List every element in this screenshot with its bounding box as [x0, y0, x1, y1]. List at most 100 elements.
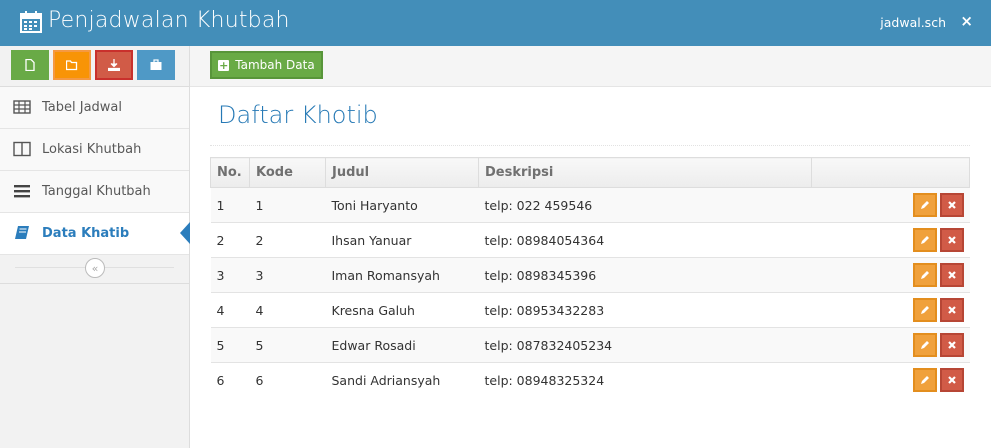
plus-icon: + [218, 58, 230, 72]
table-row: 1 1 Toni Haryanto telp: 022 459546 [210, 187, 970, 223]
pencil-icon [920, 376, 929, 384]
table-cell: telp: 0898345396 [478, 257, 812, 293]
collapse-sidebar-button[interactable]: « [85, 258, 105, 278]
edit-button[interactable] [912, 298, 937, 322]
table-row: 3 3 Iman Romansyah telp: 0898345396 [210, 257, 970, 293]
file-icon [25, 59, 35, 71]
row-actions [811, 327, 970, 363]
sidebar-item-label: Tabel Jadwal [42, 100, 123, 115]
sidebar-item-data-khatib[interactable]: Data Khatib [0, 213, 190, 255]
close-icon [947, 341, 956, 349]
table-icon [13, 100, 31, 114]
table-cell: 3 [210, 257, 250, 293]
table-cell: telp: 08948325324 [478, 362, 812, 397]
column-header[interactable]: Judul [325, 157, 479, 188]
table-cell: Ihsan Yanuar [325, 222, 479, 258]
table-cell: 3 [249, 257, 326, 293]
pencil-icon [920, 306, 929, 314]
table-row: 2 2 Ihsan Yanuar telp: 08984054364 [210, 222, 970, 258]
column-header[interactable]: Kode [249, 157, 326, 188]
table-cell: Toni Haryanto [325, 187, 479, 223]
user-name[interactable]: jadwal.sch [880, 15, 946, 30]
delete-button[interactable] [939, 368, 964, 392]
shortcut-bar [0, 46, 189, 87]
table-row: 4 4 Kresna Galuh telp: 08953432283 [210, 292, 970, 328]
download-button[interactable] [95, 50, 133, 80]
toolbar: + Tambah Data [190, 46, 991, 87]
sidebar-collapse: « [0, 255, 189, 284]
open-folder-button[interactable] [53, 50, 91, 80]
add-data-button[interactable]: + Tambah Data [210, 51, 323, 79]
title-bar: Penjadwalan Khutbah jadwal.sch × [0, 0, 991, 46]
sidebar-item-tabel-jadwal[interactable]: Tabel Jadwal [0, 87, 189, 129]
table-cell: 6 [210, 362, 250, 397]
divider [210, 145, 970, 146]
sidebar-item-label: Data Khatib [42, 226, 130, 241]
data-table: No. Kode Judul Deskripsi 1 1 Toni Haryanto… [210, 157, 970, 397]
table-cell: telp: 022 459546 [478, 187, 812, 223]
delete-button[interactable] [939, 193, 964, 217]
column-header[interactable]: Deskripsi [477, 157, 813, 188]
close-icon [947, 236, 956, 244]
sidebar-item-lokasi-khutbah[interactable]: Lokasi Khutbah [0, 129, 189, 171]
add-data-label: Tambah Data [235, 58, 315, 72]
row-actions [811, 257, 970, 293]
table-header-row: No. Kode Judul Deskripsi [210, 157, 970, 188]
download-icon [108, 59, 120, 71]
sidebar-item-label: Tanggal Khutbah [42, 184, 151, 199]
table-cell: Sandi Adriansyah [325, 362, 479, 397]
table-cell: 1 [210, 187, 250, 223]
briefcase-button[interactable] [137, 50, 175, 80]
row-actions [811, 292, 970, 328]
table-cell: 1 [249, 187, 326, 223]
briefcase-icon [150, 59, 162, 70]
delete-button[interactable] [939, 298, 964, 322]
folder-open-icon [66, 60, 78, 71]
table-cell: 2 [249, 222, 326, 258]
column-header-actions [811, 157, 970, 188]
pencil-icon [920, 201, 929, 209]
close-icon [947, 306, 956, 314]
table-cell: telp: 08984054364 [478, 222, 812, 258]
close-icon [947, 376, 956, 384]
table-cell: Edwar Rosadi [325, 327, 479, 363]
edit-button[interactable] [912, 368, 937, 392]
calendar-icon [20, 11, 42, 33]
edit-button[interactable] [912, 193, 937, 217]
table-cell: Kresna Galuh [325, 292, 479, 328]
page-title: Daftar Khotib [218, 101, 378, 129]
table-cell: 5 [210, 327, 250, 363]
table-cell: telp: 08953432283 [478, 292, 812, 328]
pencil-icon [920, 271, 929, 279]
delete-button[interactable] [939, 228, 964, 252]
table-row: 6 6 Sandi Adriansyah telp: 08948325324 [210, 362, 970, 397]
row-actions [811, 362, 970, 397]
column-header[interactable]: No. [210, 157, 250, 188]
row-actions [811, 187, 970, 223]
sidebar-item-tanggal-khutbah[interactable]: Tanggal Khutbah [0, 171, 189, 213]
sidebar: Tabel Jadwal Lokasi Khutbah Tanggal Khut… [0, 46, 190, 448]
row-actions [811, 222, 970, 258]
table-row: 5 5 Edwar Rosadi telp: 087832405234 [210, 327, 970, 363]
edit-button[interactable] [912, 333, 937, 357]
book-icon [15, 226, 29, 239]
table-cell: 4 [210, 292, 250, 328]
table-cell: 2 [210, 222, 250, 258]
delete-button[interactable] [939, 333, 964, 357]
pencil-icon [920, 341, 929, 349]
sidebar-item-label: Lokasi Khutbah [42, 142, 142, 157]
new-file-button[interactable] [11, 50, 49, 80]
edit-button[interactable] [912, 228, 937, 252]
active-indicator [180, 222, 190, 244]
delete-button[interactable] [939, 263, 964, 287]
close-icon [947, 271, 956, 279]
table-cell: 5 [249, 327, 326, 363]
list-icon [14, 185, 30, 198]
table-cell: 6 [249, 362, 326, 397]
edit-button[interactable] [912, 263, 937, 287]
table-cell: Iman Romansyah [325, 257, 479, 293]
table-cell: telp: 087832405234 [478, 327, 812, 363]
close-icon [947, 201, 956, 209]
close-icon[interactable]: × [960, 12, 973, 30]
table-cell: 4 [249, 292, 326, 328]
